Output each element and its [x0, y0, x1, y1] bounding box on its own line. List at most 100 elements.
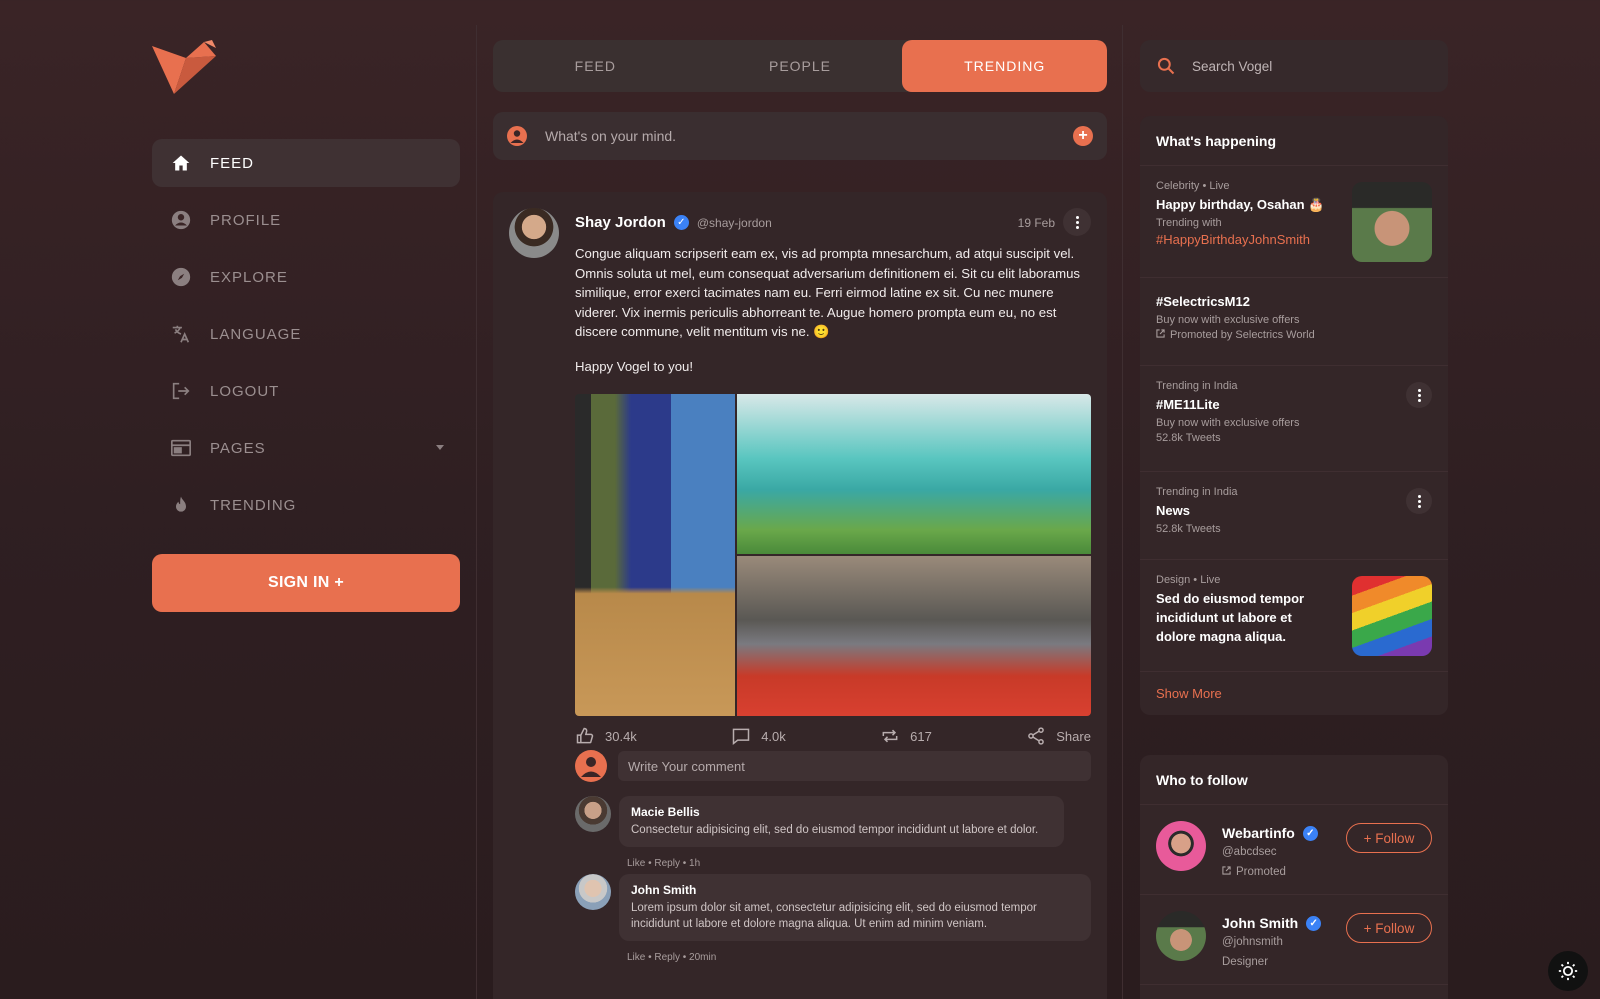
external-link-icon: [1156, 329, 1165, 341]
post-handle[interactable]: @shay-jordon: [697, 216, 772, 230]
follow-user-name[interactable]: John Smith ✓: [1222, 915, 1322, 931]
trend-item[interactable]: Design • Live Sed do eiusmod tempor inci…: [1140, 560, 1448, 672]
vogel-bird-logo[interactable]: [152, 38, 222, 94]
promoted-by: Promoted by Selectrics World: [1170, 329, 1315, 341]
like-button[interactable]: 30.4k: [575, 726, 637, 746]
trend-title: News: [1156, 503, 1190, 518]
trend-item[interactable]: Celebrity • Live Happy birthday, Osahan …: [1140, 166, 1448, 278]
post-image[interactable]: [575, 394, 735, 716]
promoted-label: Promoted: [1222, 866, 1286, 878]
post-actions: 30.4k 4.0k 617 Share: [575, 724, 1091, 748]
search-bar[interactable]: Search Vogel: [1140, 40, 1448, 92]
tweet-count: 52.8k Tweets: [1156, 432, 1221, 444]
pages-icon: [170, 437, 192, 459]
column-divider: [476, 25, 477, 999]
trend-item[interactable]: #SelectricsM12 Buy now with exclusive of…: [1140, 278, 1448, 366]
sidebar-item-language[interactable]: LANGUAGE: [152, 310, 460, 358]
sidebar-item-trending[interactable]: TRENDING: [152, 481, 460, 529]
trend-title: #ME11Lite: [1156, 397, 1220, 412]
verified-badge-icon: ✓: [673, 215, 689, 230]
like-count: 30.4k: [605, 728, 637, 744]
follow-button[interactable]: + Follow: [1346, 823, 1432, 853]
right-sidebar: Search Vogel What's happening Celebrity …: [1140, 0, 1448, 999]
show-more-link[interactable]: Show More: [1140, 672, 1448, 715]
comment-author[interactable]: Macie Bellis: [631, 805, 1052, 819]
post-text: Happy Vogel to you!: [575, 358, 694, 374]
comment-text: Lorem ipsum dolor sit amet, consectetur …: [631, 902, 1037, 930]
comment-count: 4.0k: [761, 728, 786, 744]
comment-meta[interactable]: Like • Reply • 20min: [627, 952, 716, 963]
trend-category: Trending in India: [1156, 486, 1238, 498]
comment-text: Consectetur adipisicing elit, sed do eiu…: [631, 824, 1039, 836]
comment-composer: Write Your comment: [575, 748, 1091, 784]
comment-bubble: Macie Bellis Consectetur adipisicing eli…: [619, 796, 1064, 847]
comment-bubble: John Smith Lorem ipsum dolor sit amet, c…: [619, 874, 1091, 941]
trend-title: Sed do eiusmod tempor incididunt ut labo…: [1156, 591, 1305, 644]
sidebar-item-label: FEED: [210, 154, 255, 172]
sidebar-item-label: PAGES: [210, 439, 266, 457]
repost-button[interactable]: 617: [880, 726, 932, 746]
comment-button[interactable]: 4.0k: [731, 726, 786, 746]
tab-trending[interactable]: TRENDING: [902, 40, 1107, 92]
share-button[interactable]: Share: [1026, 726, 1091, 746]
tab-people[interactable]: PEOPLE: [698, 40, 903, 92]
sign-in-button[interactable]: SIGN IN +: [152, 554, 460, 612]
follow-user-handle: @johnsmith: [1222, 936, 1283, 948]
trend-item[interactable]: Trending in India News 52.8k Tweets: [1140, 472, 1448, 560]
tweet-count: 52.8k Tweets: [1156, 523, 1221, 535]
sidebar-item-profile[interactable]: PROFILE: [152, 196, 460, 244]
trend-subtitle: Buy now with exclusive offers: [1156, 314, 1300, 326]
post-image[interactable]: [737, 556, 1091, 716]
logout-icon: [170, 380, 192, 402]
theme-toggle-button[interactable]: [1548, 951, 1588, 991]
more-options-icon[interactable]: [1406, 382, 1432, 408]
avatar[interactable]: [575, 874, 611, 910]
follow-user-name[interactable]: Webartinfo ✓: [1222, 825, 1318, 841]
sidebar-item-pages[interactable]: PAGES: [152, 424, 460, 472]
feed-tabs: FEED PEOPLE TRENDING: [493, 40, 1107, 92]
post-image[interactable]: [737, 394, 1091, 554]
main-feed: FEED PEOPLE TRENDING What's on your mind…: [493, 0, 1107, 999]
tab-feed[interactable]: FEED: [493, 40, 698, 92]
card-title: What's happening: [1140, 116, 1448, 166]
post-composer[interactable]: What's on your mind. +: [493, 112, 1107, 160]
trend-subtitle: Buy now with exclusive offers: [1156, 417, 1300, 429]
search-input[interactable]: Search Vogel: [1192, 59, 1272, 74]
sidebar-item-explore[interactable]: EXPLORE: [152, 253, 460, 301]
add-post-button[interactable]: +: [1073, 126, 1093, 146]
whats-happening-card: What's happening Celebrity • Live Happy …: [1140, 116, 1448, 715]
follow-suggestion: John Smith ✓ @johnsmith Designer + Follo…: [1140, 895, 1448, 985]
post-author[interactable]: Shay Jordon: [575, 214, 666, 231]
trend-category: Trending in India: [1156, 380, 1238, 392]
comment-author[interactable]: John Smith: [631, 883, 1079, 897]
more-options-icon[interactable]: [1063, 208, 1091, 236]
card-title: Who to follow: [1140, 755, 1448, 805]
sidebar-item-feed[interactable]: FEED: [152, 139, 460, 187]
chevron-down-icon: [436, 445, 444, 450]
post-text: Congue aliquam scripserit eam ex, vis ad…: [575, 246, 1081, 339]
comment-meta[interactable]: Like • Reply • 1h: [627, 858, 700, 869]
share-label: Share: [1056, 728, 1091, 744]
sidebar-item-label: LOGOUT: [210, 382, 280, 400]
comment-input[interactable]: Write Your comment: [618, 751, 1091, 781]
more-options-icon[interactable]: [1406, 488, 1432, 514]
repost-icon: [882, 729, 898, 743]
composer-input[interactable]: What's on your mind.: [545, 128, 1073, 144]
user-circle-icon: [170, 209, 192, 231]
sidebar-nav: FEED PROFILE EXPLORE LANGUAGE LOGOUT PAG…: [152, 139, 460, 538]
follow-user-handle: @abcdsec: [1222, 846, 1277, 858]
trend-item[interactable]: Trending in India #ME11Lite Buy now with…: [1140, 366, 1448, 472]
trend-thumbnail: [1352, 182, 1432, 262]
avatar[interactable]: [509, 208, 559, 258]
sidebar-item-logout[interactable]: LOGOUT: [152, 367, 460, 415]
avatar[interactable]: [1156, 911, 1206, 961]
follow-user-title: Designer: [1222, 956, 1269, 968]
trend-thumbnail: [1352, 576, 1432, 656]
avatar[interactable]: [1156, 821, 1206, 871]
trend-title: #SelectricsM12: [1156, 294, 1250, 309]
avatar[interactable]: [575, 796, 611, 832]
follow-button[interactable]: + Follow: [1346, 913, 1432, 943]
verified-badge-icon: ✓: [1306, 915, 1322, 931]
fire-icon: [170, 494, 192, 516]
who-to-follow-card: Who to follow Webartinfo ✓ @abcdsec Prom…: [1140, 755, 1448, 999]
